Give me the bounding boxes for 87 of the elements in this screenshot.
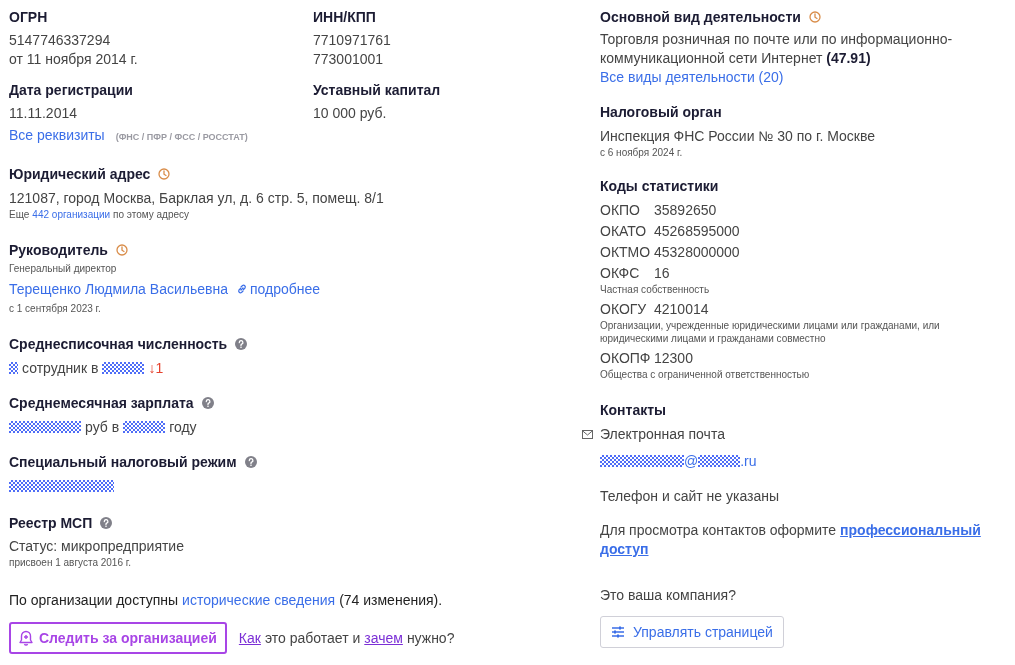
help-icon <box>100 517 113 529</box>
bell-icon <box>19 630 33 646</box>
field-value: 11.11.2014 <box>9 104 78 123</box>
code-label: ОКТМО <box>600 242 652 262</box>
clock-icon <box>158 168 171 180</box>
masked-value <box>102 362 145 374</box>
code-value: 35892650 <box>654 200 717 220</box>
history-text: (74 изменения). <box>339 591 443 610</box>
since-text: с 6 ноября 2024 г. <box>600 146 684 160</box>
note-text: Еще <box>9 208 30 222</box>
email-link[interactable]: @ .ru <box>600 451 994 471</box>
section-heading: Среднесписочная численность <box>9 335 228 354</box>
code-note: Общества с ограниченной ответственностью <box>600 368 811 381</box>
value-text: это работает и <box>264 629 361 648</box>
masked-value <box>9 362 18 374</box>
activities-link[interactable]: Все виды деятельности (20) <box>600 68 994 87</box>
code-note: Организации, учрежденные юридическими лицами или гражданами, или юридическими лицами и гражданами совместно <box>600 319 941 345</box>
masked-value <box>9 421 81 433</box>
section-heading: Коды статистики <box>600 177 719 196</box>
code-value: 4210014 <box>654 299 709 319</box>
requisites-link[interactable]: Все реквизиты <box>9 125 105 145</box>
since-text: с 1 сентября 2023 г. <box>9 302 102 316</box>
section-heading: Специальный налоговый режим <box>9 453 237 472</box>
change-indicator: ↓1 <box>148 359 164 378</box>
authority-text: Инспекция ФНС России № 30 по г. Москве <box>600 127 876 146</box>
access-link[interactable]: доступ <box>600 540 649 559</box>
manage-page-button[interactable]: Управлять страницей <box>600 616 784 648</box>
organizations-link[interactable]: 442 организации <box>32 208 111 222</box>
code-value: 45328000000 <box>654 242 740 262</box>
sliders-icon <box>611 626 625 638</box>
email-label: Электронная почта <box>600 425 725 444</box>
since-text: присвоен 1 августа 2016 г. <box>9 556 132 570</box>
field-value: 7710971761 <box>313 31 392 50</box>
code-value: 45268595000 <box>654 221 740 241</box>
code-value: 16 <box>654 263 670 283</box>
clock-icon <box>808 11 821 23</box>
help-icon <box>244 456 257 468</box>
status-text: Статус: микропредприятие <box>9 537 185 556</box>
section-heading: Руководитель <box>9 241 108 260</box>
section-heading: Среднемесячная зарплата <box>9 394 194 413</box>
link-icon <box>235 283 248 295</box>
follow-button[interactable]: Следить за организацией <box>9 622 227 654</box>
code-label: ОКФС <box>600 263 641 283</box>
value-text: руб в <box>85 418 120 437</box>
section-heading: ИНН/КПП <box>313 8 376 27</box>
masked-value <box>123 421 166 433</box>
value-text: году <box>169 418 197 437</box>
requisites-note: (ФНС / ПФР / ФСС / РОССТАТ) <box>115 131 248 144</box>
section-heading: Юридический адрес <box>9 165 151 184</box>
clock-icon <box>115 244 128 256</box>
question-text: Это ваша компания? <box>600 586 737 605</box>
code-label: ОКОГУ <box>600 299 648 319</box>
field-value: от 11 ноября 2014 г. <box>9 50 139 69</box>
section-heading: Налоговый орган <box>600 103 722 122</box>
history-text: По организации доступны <box>9 591 179 610</box>
director-link[interactable]: Терещенко Людмила Васильевна <box>9 279 228 299</box>
masked-value <box>698 455 741 467</box>
help-icon <box>201 397 214 409</box>
field-value: 773001001 <box>313 50 385 69</box>
access-link[interactable]: профессиональный <box>840 521 981 540</box>
section-heading: ОГРН <box>9 8 48 27</box>
section-heading: Реестр МСП <box>9 514 93 533</box>
code-label: ОКОПФ <box>600 348 652 368</box>
details-link[interactable]: подробнее <box>235 279 321 299</box>
address-text: 121087, город Москва, Барклая ул, д. 6 стр. 5, помещ. 8/1 <box>9 189 385 208</box>
value-text: нужно? <box>406 629 455 648</box>
help-link[interactable]: зачем <box>364 628 403 648</box>
code-note: Частная собственность <box>600 283 711 296</box>
section-heading: Уставный капитал <box>313 81 441 100</box>
section-heading: Дата регистрации <box>9 81 133 100</box>
history-link[interactable]: исторические сведения <box>182 590 336 610</box>
section-heading: Контакты <box>600 401 666 420</box>
access-text: Для просмотра контактов оформите <box>600 521 837 540</box>
mail-icon <box>582 429 593 439</box>
help-icon <box>235 338 248 350</box>
code-label: ОКАТО <box>600 221 648 241</box>
value-text: сотрудник в <box>22 359 99 378</box>
code-value: 12300 <box>654 348 693 368</box>
field-value: 10 000 руб. <box>313 104 388 123</box>
field-value: 5147746337294 <box>9 31 112 50</box>
help-link[interactable]: Как <box>238 628 261 648</box>
code-label: ОКПО <box>600 200 641 220</box>
activity-text: Торговля розничная по почте или по информационно-коммуникационной сети Интернет (47.91) <box>600 30 954 68</box>
note-text: по этому адресу <box>113 208 190 222</box>
position-text: Генеральный директор <box>9 262 118 276</box>
contacts-note: Телефон и сайт не указаны <box>600 487 781 506</box>
section-heading: Основной вид деятельности <box>600 8 801 27</box>
